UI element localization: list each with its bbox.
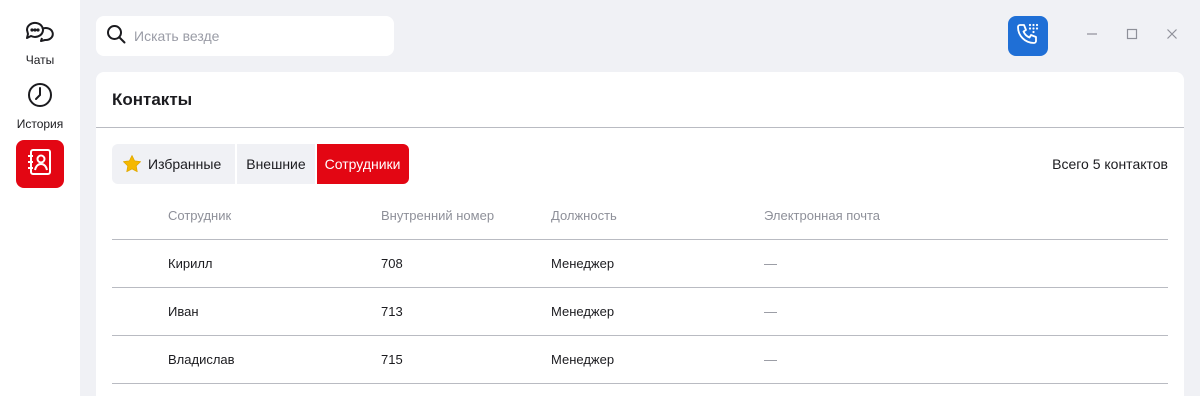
cell-employee-name: Кирилл [168, 256, 213, 271]
sidebar-item-label: История [16, 117, 64, 131]
tab-favorites[interactable]: Избранные [112, 144, 236, 184]
cell-extension: 715 [381, 352, 403, 367]
sidebar-item-chats[interactable]: Чаты [0, 20, 80, 67]
sidebar: Чаты История [0, 0, 80, 396]
cell-employee-name: Иван [168, 304, 199, 319]
table-row[interactable]: Владислав 715 Менеджер — [112, 336, 1168, 384]
maximize-button[interactable] [1122, 26, 1142, 46]
cell-position: Менеджер [551, 352, 615, 367]
table-row[interactable]: Кирилл 708 Менеджер — [112, 240, 1168, 288]
tab-label: Внешние [246, 156, 306, 172]
contact-tabs: Избранные Внешние Сотрудники [112, 144, 409, 184]
table-header: Сотрудник Внутренний номер Должность Эле… [112, 192, 1168, 240]
contacts-book-icon [27, 148, 53, 181]
column-header-position[interactable]: Должность [551, 208, 617, 223]
tab-label: Сотрудники [324, 156, 401, 172]
contacts-panel: Контакты Избранные Внешние Сотрудники Вс… [96, 72, 1184, 396]
title-divider [96, 127, 1184, 128]
minimize-button[interactable] [1082, 26, 1102, 46]
tab-label: Избранные [148, 156, 222, 172]
sidebar-item-label: Чаты [25, 53, 55, 67]
tab-external[interactable]: Внешние [237, 144, 315, 184]
sidebar-item-history[interactable]: История [0, 82, 80, 131]
chat-bubbles-icon [25, 20, 55, 49]
sidebar-item-contacts[interactable] [16, 140, 64, 188]
phone-dialpad-icon [1016, 22, 1040, 51]
close-icon [1166, 27, 1178, 45]
contacts-count: Всего 5 контактов [1052, 156, 1168, 172]
page-title: Контакты [112, 90, 193, 109]
contacts-table: Сотрудник Внутренний номер Должность Эле… [112, 192, 1168, 384]
cell-email: — [764, 352, 777, 367]
global-search[interactable] [96, 16, 394, 56]
minimize-icon [1086, 27, 1098, 45]
dialpad-call-button[interactable] [1008, 16, 1048, 56]
cell-email: — [764, 304, 777, 319]
column-header-extension[interactable]: Внутренний номер [381, 208, 494, 223]
clock-icon [27, 82, 53, 113]
search-icon [106, 24, 126, 49]
cell-employee-name: Владислав [168, 352, 235, 367]
tab-employees[interactable]: Сотрудники [316, 144, 409, 184]
cell-position: Менеджер [551, 304, 615, 319]
cell-email: — [764, 256, 777, 271]
maximize-icon [1126, 27, 1138, 45]
cell-position: Менеджер [551, 256, 615, 271]
search-input[interactable] [134, 28, 384, 44]
column-header-email[interactable]: Электронная почта [764, 208, 880, 223]
column-header-employee[interactable]: Сотрудник [168, 208, 231, 223]
close-button[interactable] [1162, 26, 1182, 46]
cell-extension: 713 [381, 304, 403, 319]
cell-extension: 708 [381, 256, 403, 271]
star-icon [122, 154, 142, 174]
table-row[interactable]: Иван 713 Менеджер — [112, 288, 1168, 336]
